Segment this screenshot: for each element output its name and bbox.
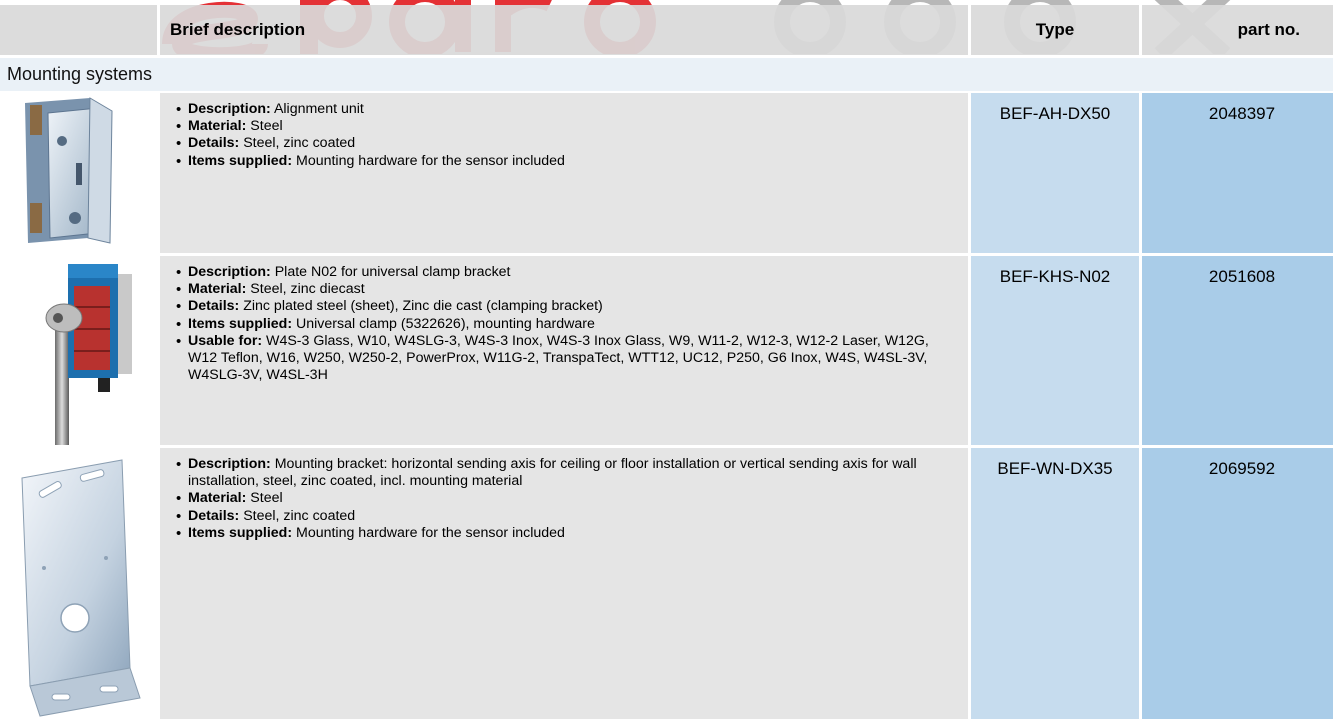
type-cell: BEF-AH-DX50 bbox=[971, 93, 1139, 253]
spec-label: Details: bbox=[188, 507, 240, 524]
spec-value: Mounting bracket: horizontal sending axi… bbox=[188, 456, 917, 490]
spec-value: Universal clamp (5322626), mounting hard… bbox=[292, 315, 595, 332]
alignment-unit-icon bbox=[25, 97, 113, 244]
row-description: Description: Alignment unit Material: St… bbox=[160, 93, 968, 253]
spec-label: Items supplied: bbox=[188, 152, 293, 169]
spec-value: W4S-3 Glass, W10, W4SLG-3, W4S-3 Inox, W… bbox=[188, 332, 929, 384]
table-row: Description: Plate N02 for universal cla… bbox=[0, 256, 1333, 445]
header-image-cell bbox=[0, 5, 157, 55]
spec-list: Description: Plate N02 for universal cla… bbox=[174, 264, 954, 384]
spec-value: Steel, zinc diecast bbox=[246, 281, 365, 298]
part-no-cell: 2048397 bbox=[1142, 93, 1333, 253]
spec-label: Description: bbox=[188, 456, 271, 472]
spec-item: Details: Steel, zinc coated bbox=[174, 508, 954, 525]
type-cell: BEF-WN-DX35 bbox=[971, 448, 1139, 719]
spec-label: Details: bbox=[188, 298, 240, 315]
header-part-no: part no. bbox=[1142, 5, 1333, 55]
spec-item: Description: Plate N02 for universal cla… bbox=[174, 264, 954, 281]
spec-item: Material: Steel bbox=[174, 490, 954, 507]
table-row: Description: Mounting bracket: horizonta… bbox=[0, 448, 1333, 719]
table-header: Brief description Type part no. bbox=[0, 5, 1333, 55]
spec-value: Alignment unit bbox=[270, 101, 364, 117]
spec-label: Description: bbox=[188, 264, 271, 280]
spec-item: Details: Steel, zinc coated bbox=[174, 135, 954, 152]
product-rows: Description: Alignment unit Material: St… bbox=[0, 93, 1333, 719]
spec-item: Details: Zinc plated steel (sheet), Zinc… bbox=[174, 298, 954, 315]
spec-item: Material: Steel bbox=[174, 118, 954, 135]
type-cell: BEF-KHS-N02 bbox=[971, 256, 1139, 445]
spec-value: Mounting hardware for the sensor include… bbox=[292, 524, 565, 541]
spec-value: Zinc plated steel (sheet), Zinc die cast… bbox=[239, 298, 603, 315]
spec-list: Description: Alignment unit Material: St… bbox=[174, 101, 954, 170]
section-title: Mounting systems bbox=[0, 58, 1333, 91]
spec-value: Steel, zinc coated bbox=[239, 135, 356, 152]
mounting-bracket-icon bbox=[21, 459, 141, 717]
spec-value: Steel bbox=[246, 118, 283, 135]
spec-item: Items supplied: Mounting hardware for th… bbox=[174, 525, 954, 542]
part-no-cell: 2051608 bbox=[1142, 256, 1333, 445]
spec-label: Usable for: bbox=[188, 332, 263, 349]
spec-label: Items supplied: bbox=[188, 315, 293, 332]
product-table-page: Brief description Type part no. Mounting… bbox=[0, 0, 1333, 719]
header-brief-description: Brief description bbox=[160, 5, 968, 55]
spec-label: Material: bbox=[188, 490, 247, 507]
alignment-unit-image bbox=[0, 93, 157, 253]
spec-label: Description: bbox=[188, 101, 271, 117]
row-description: Description: Plate N02 for universal cla… bbox=[160, 256, 968, 445]
spec-item: Description: Mounting bracket: horizonta… bbox=[174, 456, 954, 490]
part-no-cell: 2069592 bbox=[1142, 448, 1333, 719]
spec-label: Items supplied: bbox=[188, 524, 293, 541]
spec-item: Items supplied: Mounting hardware for th… bbox=[174, 153, 954, 170]
clamp-bracket-icon bbox=[45, 264, 132, 445]
spec-value: Steel, zinc coated bbox=[239, 507, 356, 524]
spec-label: Material: bbox=[188, 281, 247, 298]
spec-item: Usable for: W4S-3 Glass, W10, W4SLG-3, W… bbox=[174, 333, 954, 385]
row-description: Description: Mounting bracket: horizonta… bbox=[160, 448, 968, 719]
spec-item: Items supplied: Universal clamp (5322626… bbox=[174, 316, 954, 333]
spec-item: Description: Alignment unit bbox=[174, 101, 954, 118]
table-row: Description: Alignment unit Material: St… bbox=[0, 93, 1333, 253]
spec-value: Steel bbox=[246, 490, 283, 507]
spec-item: Material: Steel, zinc diecast bbox=[174, 281, 954, 298]
spec-label: Material: bbox=[188, 118, 247, 135]
mounting-bracket-image bbox=[0, 448, 157, 719]
spec-value: Plate N02 for universal clamp bracket bbox=[270, 264, 511, 280]
clamp-bracket-image bbox=[0, 256, 157, 445]
spec-label: Details: bbox=[188, 135, 240, 152]
spec-list: Description: Mounting bracket: horizonta… bbox=[174, 456, 954, 542]
header-type: Type bbox=[971, 5, 1139, 55]
spec-value: Mounting hardware for the sensor include… bbox=[292, 152, 565, 169]
